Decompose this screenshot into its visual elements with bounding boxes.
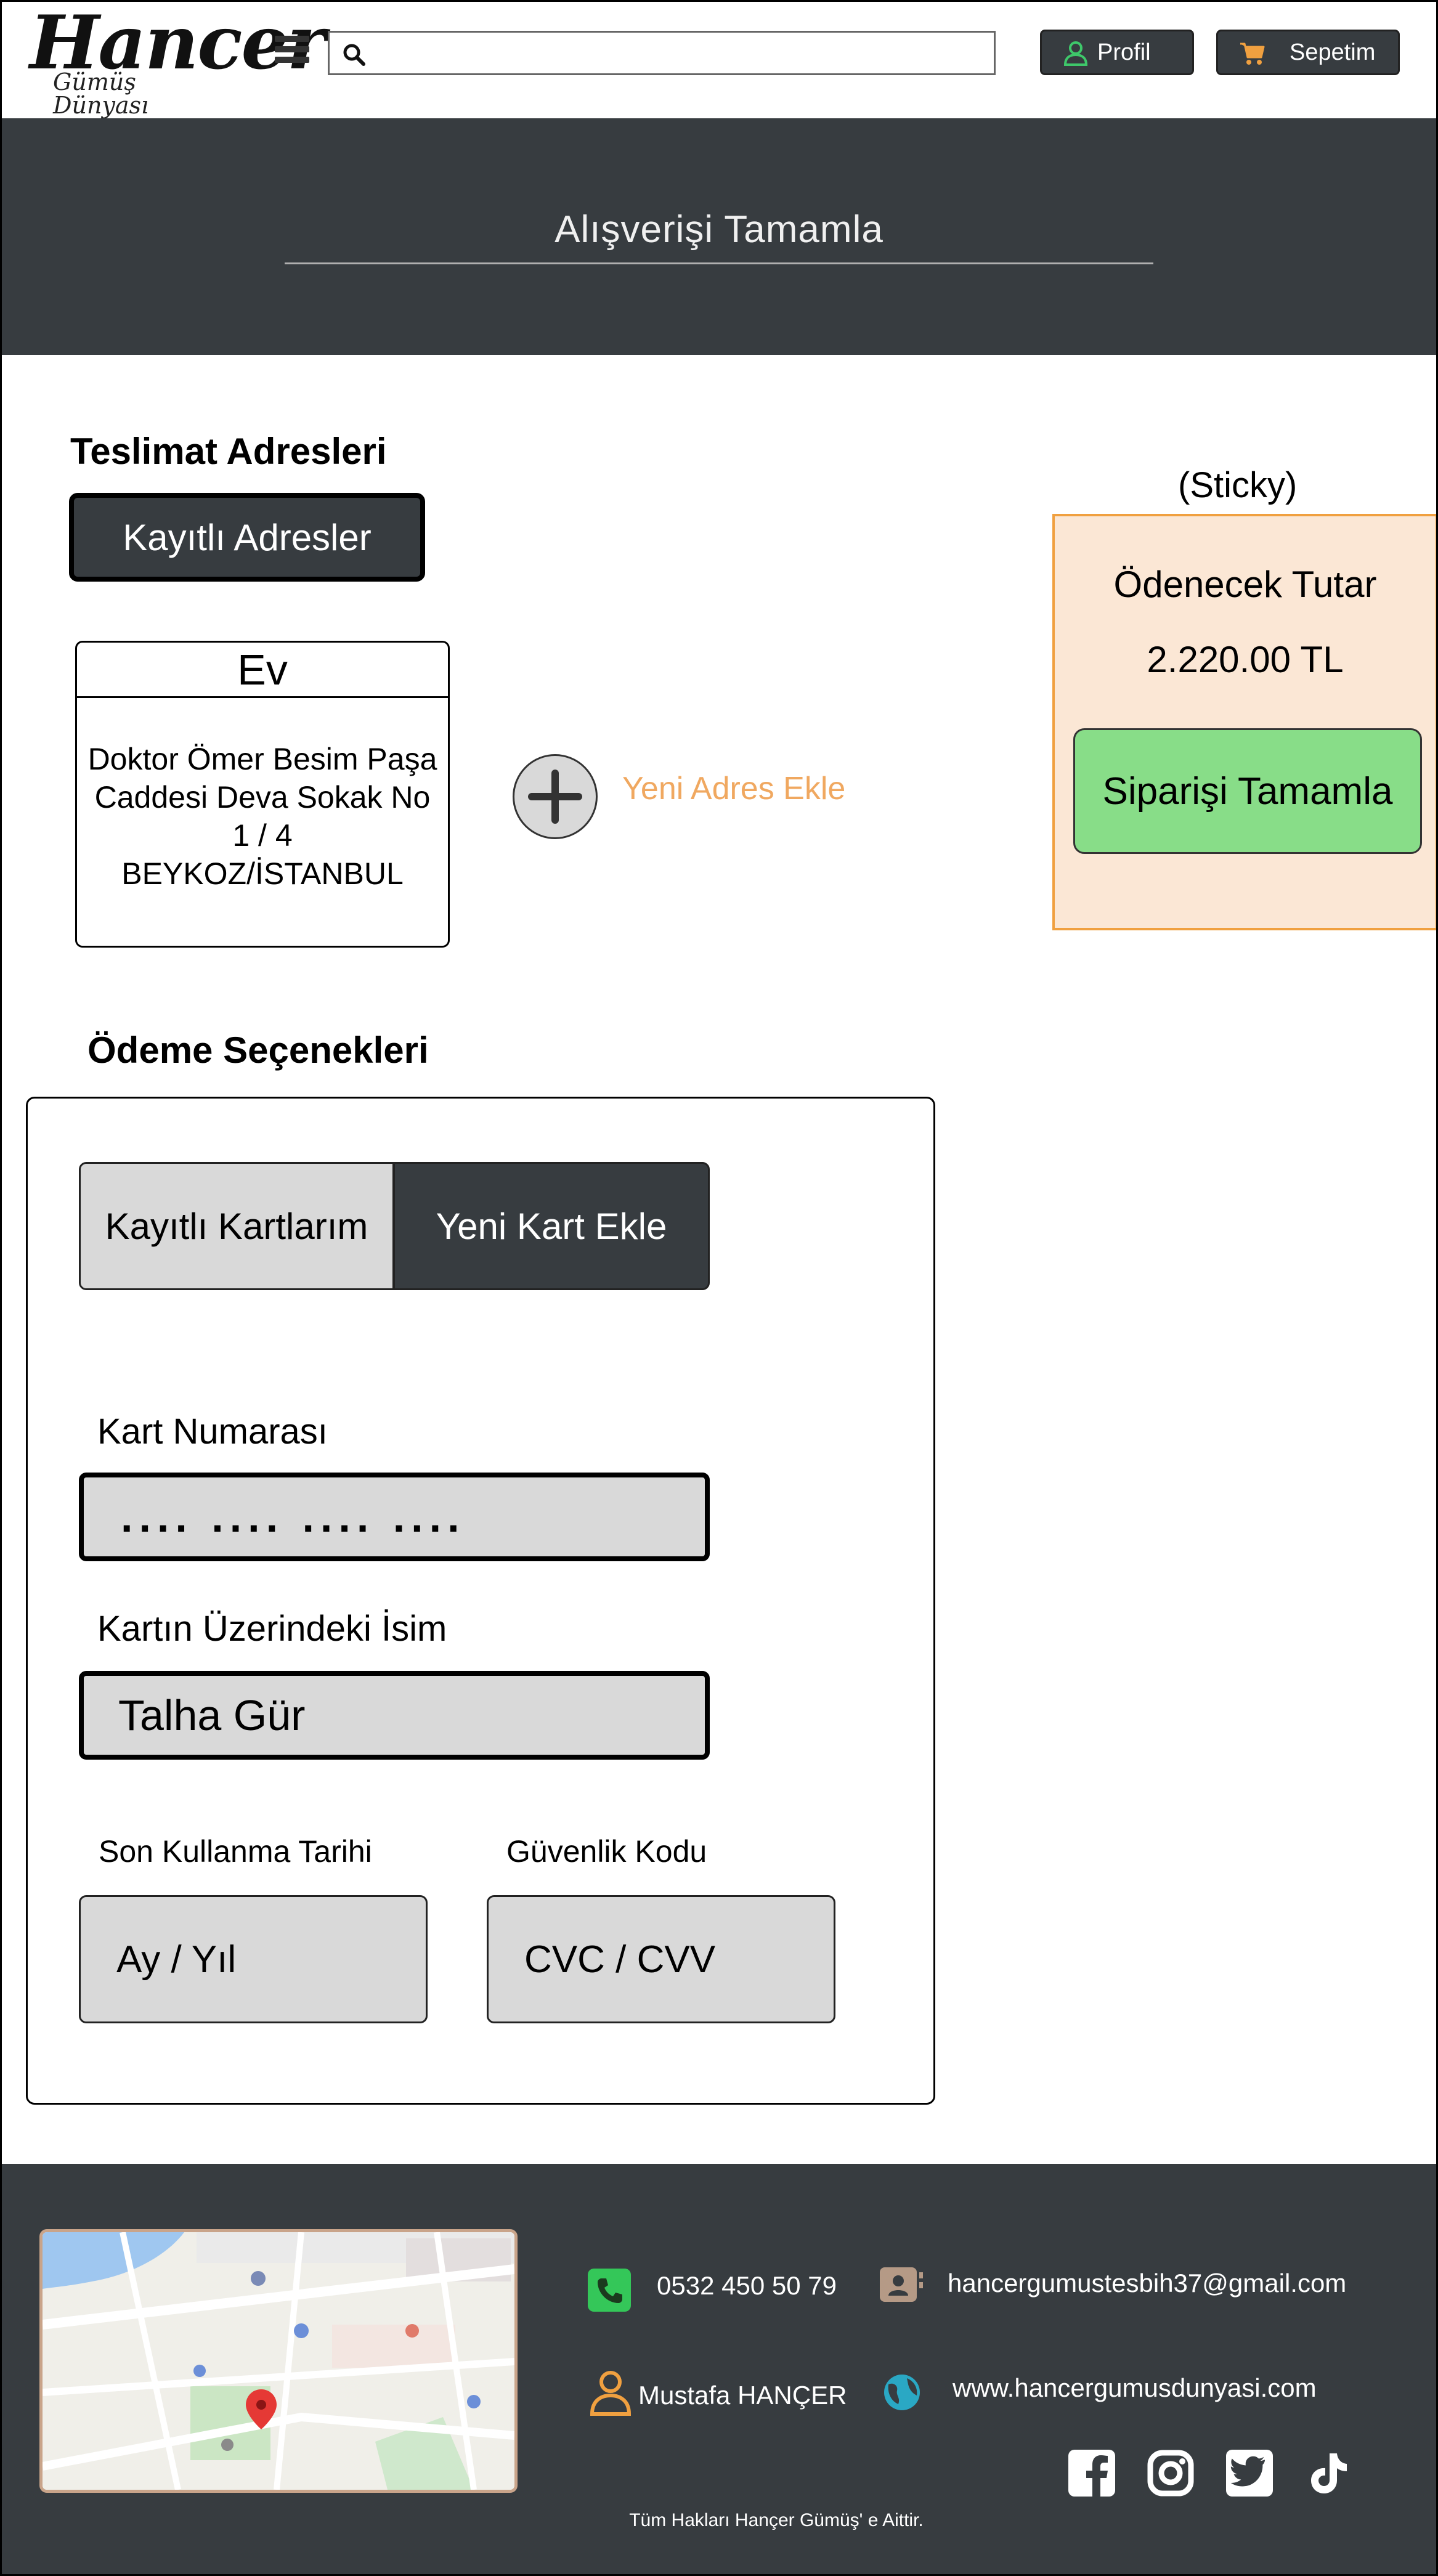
address-card[interactable]: Ev Doktor Ömer Besim Paşa Caddesi Deva S… — [75, 641, 450, 948]
contact-card-icon — [880, 2267, 924, 2302]
search-input[interactable] — [328, 31, 996, 75]
amount-value: 2.220.00 TL — [1147, 639, 1344, 680]
search-icon — [343, 44, 365, 66]
cvc-input[interactable]: CVC / CVV — [487, 1895, 835, 2023]
expiry-input[interactable]: Ay / Yıl — [79, 1895, 428, 2023]
hero-banner: Alışverişi Tamamla — [0, 118, 1438, 355]
complete-order-button[interactable]: Siparişi Tamamla — [1073, 728, 1422, 854]
menu-icon[interactable] — [275, 36, 309, 67]
saved-addresses-button[interactable]: Kayıtlı Adresler — [69, 493, 425, 582]
user-icon — [1063, 41, 1088, 66]
profile-button[interactable]: Profil — [1040, 30, 1194, 75]
tab-saved-cards[interactable]: Kayıtlı Kartlarım — [79, 1162, 394, 1290]
logo-sub-text: Gümüş Dünyası — [53, 68, 149, 119]
card-name-input[interactable]: Talha Gür — [79, 1671, 710, 1760]
add-address-link[interactable]: Yeni Adres Ekle — [622, 770, 845, 807]
address-section-title: Teslimat Adresleri — [70, 431, 387, 472]
location-map[interactable] — [39, 2229, 518, 2493]
expiry-label: Son Kullanma Tarihi — [99, 1834, 372, 1869]
instagram-icon[interactable] — [1147, 2450, 1194, 2497]
footer-person: Mustafa HANÇER — [638, 2381, 847, 2410]
footer-website[interactable]: www.hancergumusdunyasi.com — [953, 2373, 1317, 2403]
cart-button[interactable]: Sepetim — [1216, 30, 1400, 75]
cart-label: Sepetim — [1290, 39, 1376, 65]
add-address-button[interactable] — [513, 754, 598, 839]
person-icon — [589, 2370, 632, 2416]
address-line: BEYKOZ/İSTANBUL — [121, 856, 404, 891]
amount-label: Ödenecek Tutar — [1113, 564, 1377, 605]
plus-icon — [528, 770, 582, 824]
twitter-icon[interactable] — [1226, 2450, 1273, 2497]
profile-label: Profil — [1097, 39, 1151, 65]
title-underline — [285, 262, 1153, 264]
sticky-note: (Sticky) — [1178, 465, 1298, 505]
payment-section-title: Ödeme Seçenekleri — [87, 1030, 429, 1071]
globe-icon — [880, 2373, 924, 2411]
logo[interactable]: Hancer Gümüş Dünyası — [30, 6, 326, 118]
order-summary-panel: Ödenecek Tutar 2.220.00 TL Siparişi Tama… — [1052, 514, 1438, 930]
address-line: 1 / 4 — [232, 818, 293, 853]
tiktok-icon[interactable] — [1305, 2450, 1352, 2497]
address-line: Doktor Ömer Besim Paşa — [87, 742, 437, 776]
cart-icon — [1240, 43, 1265, 65]
header: Hancer Gümüş Dünyası Profil Sepetim — [0, 0, 1438, 118]
card-name-label: Kartın Üzerindeki İsim — [97, 1609, 447, 1649]
tab-new-card[interactable]: Yeni Kart Ekle — [393, 1162, 710, 1290]
card-number-input[interactable]: .... .... .... .... — [79, 1473, 710, 1561]
footer-phone[interactable]: 0532 450 50 79 — [657, 2271, 837, 2301]
facebook-icon[interactable] — [1068, 2450, 1115, 2497]
phone-icon — [588, 2269, 631, 2312]
card-number-label: Kart Numarası — [97, 1412, 328, 1452]
cvc-label: Güvenlik Kodu — [506, 1834, 707, 1869]
address-card-body: Doktor Ömer Besim Paşa Caddesi Deva Soka… — [77, 698, 448, 893]
address-line: Caddesi Deva Sokak No — [94, 780, 431, 815]
page-title: Alışverişi Tamamla — [554, 208, 884, 251]
copyright-text: Tüm Hakları Hançer Gümüş' e Aittir. — [629, 2510, 924, 2530]
address-card-name: Ev — [77, 643, 448, 698]
footer-email[interactable]: hancergumustesbih37@gmail.com — [948, 2269, 1346, 2298]
